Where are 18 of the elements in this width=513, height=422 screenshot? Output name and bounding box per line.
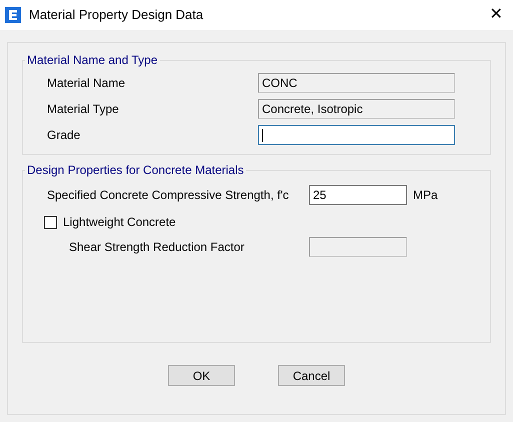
window-title: Material Property Design Data	[29, 6, 204, 24]
field-label: Shear Strength Reduction Factor	[69, 239, 246, 256]
group-title: Design Properties for Concrete Materials	[26, 162, 245, 179]
field-label: Material Type	[47, 101, 120, 118]
field-label: Specified Concrete Compressive Strength, f'c	[47, 187, 290, 204]
group-title: Material Name and Type	[26, 52, 159, 69]
checkbox-label: Lightweight Concrete	[63, 214, 176, 231]
unit-label: MPa	[413, 187, 438, 204]
close-button[interactable]: ✕	[484, 3, 508, 27]
dialog-button[interactable]: OK	[168, 365, 235, 386]
app-logo-icon	[5, 7, 21, 23]
dialog-button[interactable]: Cancel	[278, 365, 345, 386]
field-label: Material Name	[47, 75, 126, 92]
checkbox[interactable]	[44, 216, 57, 228]
text-cursor	[262, 128, 263, 142]
input-field[interactable]: 25	[309, 185, 407, 205]
field-label: Grade	[47, 127, 82, 144]
input-field[interactable]	[258, 125, 455, 145]
